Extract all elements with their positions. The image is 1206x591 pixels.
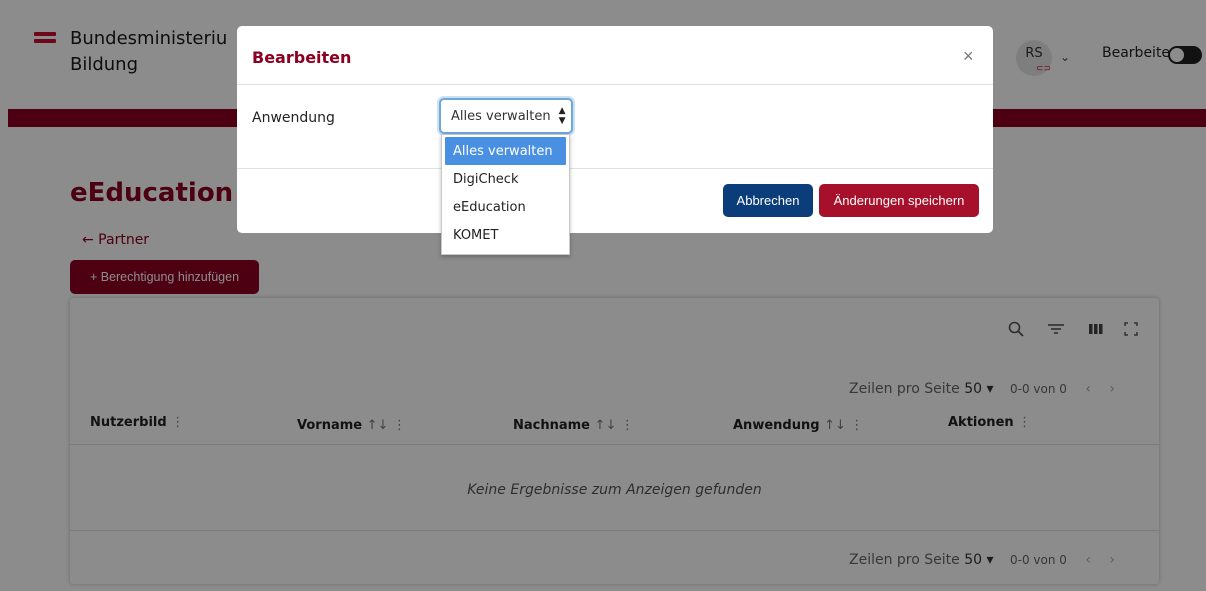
modal-title: Bearbeiten	[252, 48, 352, 67]
modal-header-divider	[237, 84, 993, 85]
option-digicheck[interactable]: DigiCheck	[445, 165, 566, 193]
page: Bundesministeriu Bildung RS ⊂⊃ ⌄ Bearbei…	[8, 8, 1206, 591]
save-changes-button[interactable]: Änderungen speichern	[819, 184, 979, 217]
close-icon[interactable]: ×	[963, 46, 974, 67]
cancel-button[interactable]: Abbrechen	[723, 184, 813, 217]
select-arrows-icon: ▲ ▼	[558, 106, 566, 126]
application-select-dropdown: Alles verwalten DigiCheck eEducation KOM…	[441, 134, 570, 255]
modal-footer-divider	[237, 168, 993, 169]
application-select[interactable]: Alles verwalten ▲ ▼	[439, 98, 573, 134]
edit-modal: Bearbeiten × Anwendung Alles verwalten ▲…	[237, 26, 993, 233]
application-field-label: Anwendung	[252, 110, 335, 126]
option-eeducation[interactable]: eEducation	[445, 193, 566, 221]
application-select-value: Alles verwalten	[451, 108, 551, 124]
option-alles-verwalten[interactable]: Alles verwalten	[445, 137, 566, 165]
option-komet[interactable]: KOMET	[445, 221, 566, 249]
